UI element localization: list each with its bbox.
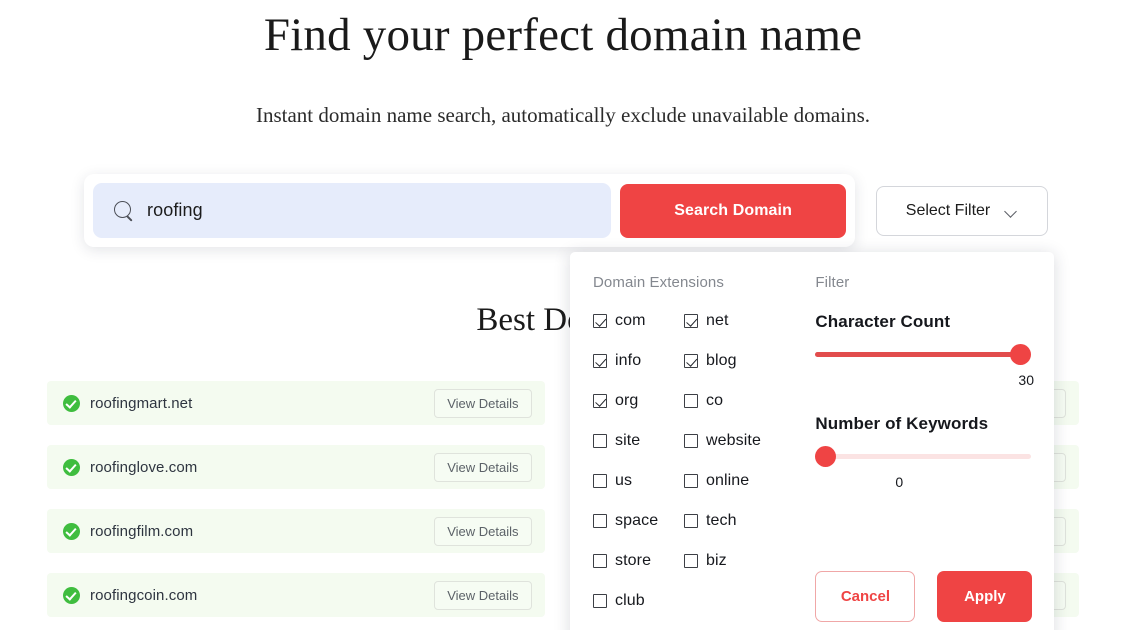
checkbox-checked-icon[interactable]: [593, 314, 607, 328]
extension-label: store: [615, 552, 652, 569]
domain-extensions-label: Domain Extensions: [593, 274, 724, 291]
extension-label: co: [706, 392, 724, 409]
character-count-value: 30: [1018, 372, 1034, 388]
hero-section: Find your perfect domain name Instant do…: [0, 0, 1126, 128]
checkbox-unchecked-icon[interactable]: [593, 474, 607, 488]
checkbox-unchecked-icon[interactable]: [593, 554, 607, 568]
checkbox-unchecked-icon[interactable]: [684, 434, 698, 448]
filter-column: Filter Character Count 30 Number of Keyw…: [806, 252, 1054, 630]
checkbox-unchecked-icon[interactable]: [593, 594, 607, 608]
extension-checkbox-club[interactable]: club: [593, 592, 684, 610]
view-details-button[interactable]: View Details: [434, 388, 532, 418]
checkbox-checked-icon[interactable]: [593, 354, 607, 368]
character-count-group: Character Count 30: [815, 312, 1034, 388]
search-icon: [113, 200, 135, 222]
result-row-left: roofingmart.net: [63, 394, 193, 412]
extension-checkbox-blog[interactable]: blog: [684, 352, 806, 370]
checkbox-unchecked-icon[interactable]: [593, 514, 607, 528]
checkbox-unchecked-icon[interactable]: [684, 394, 698, 408]
search-input-value: roofing: [147, 200, 203, 220]
extension-checkbox-biz[interactable]: biz: [684, 552, 806, 570]
apply-button[interactable]: Apply: [937, 571, 1033, 622]
checkbox-checked-icon[interactable]: [593, 394, 607, 408]
extension-label: net: [706, 312, 729, 329]
number-of-keywords-value: 0: [895, 474, 904, 490]
checkbox-checked-icon[interactable]: [684, 354, 698, 368]
page-title: Find your perfect domain name: [263, 9, 863, 61]
extension-label: biz: [706, 552, 727, 569]
extension-checkbox-tech[interactable]: tech: [684, 512, 806, 530]
checkbox-unchecked-icon[interactable]: [684, 514, 698, 528]
extension-label: info: [615, 352, 642, 369]
search-input[interactable]: roofing: [93, 183, 612, 238]
extension-label: space: [615, 512, 659, 529]
extension-checkbox-site[interactable]: site: [593, 432, 684, 450]
extension-checkbox-co[interactable]: co: [684, 392, 806, 410]
results-column-left: roofingmart.net View Details roofinglove.c…: [47, 381, 545, 617]
extension-checkbox-website[interactable]: website: [684, 432, 806, 450]
extension-checkbox-info[interactable]: info: [593, 352, 684, 370]
available-check-icon: [63, 394, 80, 412]
search-card: roofing Search Domain: [84, 174, 855, 247]
view-details-button[interactable]: View Details: [434, 452, 532, 482]
number-of-keywords-track: [815, 454, 1032, 459]
select-filter-button[interactable]: Select Filter: [876, 186, 1048, 236]
checkbox-checked-icon[interactable]: [684, 314, 698, 328]
result-row: roofingmart.net View Details: [47, 381, 545, 425]
extension-label: website: [706, 432, 761, 449]
number-of-keywords-slider[interactable]: [815, 446, 1034, 467]
domain-extensions-column: Domain Extensions com net info blog org co sit…: [570, 252, 806, 630]
extension-label: blog: [706, 352, 737, 369]
available-check-icon: [63, 458, 80, 476]
result-row: roofingcoin.com View Details: [47, 573, 545, 617]
domain-name: roofingfilm.com: [90, 522, 194, 540]
extension-checkbox-online[interactable]: online: [684, 472, 806, 490]
extension-label: com: [615, 312, 646, 329]
checkbox-unchecked-icon[interactable]: [684, 474, 698, 488]
number-of-keywords-title: Number of Keywords: [815, 414, 989, 433]
extension-label: org: [615, 392, 639, 409]
domain-name: roofingcoin.com: [90, 586, 198, 604]
result-row-left: roofingcoin.com: [63, 586, 198, 604]
select-filter-label: Select Filter: [905, 202, 991, 219]
available-check-icon: [63, 522, 80, 540]
extension-label: tech: [706, 512, 737, 529]
filter-label: Filter: [815, 274, 850, 291]
domain-extensions-grid: com net info blog org co site website us online sp…: [593, 312, 806, 610]
result-row: roofingfilm.com View Details: [47, 509, 545, 553]
page-subtitle: Instant domain name search, automaticall…: [255, 102, 871, 127]
checkbox-unchecked-icon[interactable]: [684, 554, 698, 568]
extension-checkbox-com[interactable]: com: [593, 312, 684, 330]
domain-name: roofingmart.net: [90, 394, 193, 412]
domain-name: roofinglove.com: [90, 458, 198, 476]
character-count-title: Character Count: [815, 312, 951, 331]
filter-dropdown-panel: Domain Extensions com net info blog org co sit…: [570, 252, 1054, 630]
extension-label: club: [615, 592, 645, 609]
character-count-thumb[interactable]: [1010, 344, 1032, 365]
panel-actions: Cancel Apply: [815, 571, 1033, 622]
cancel-button[interactable]: Cancel: [815, 571, 916, 622]
result-row: roofinglove.com View Details: [47, 445, 545, 489]
character-count-fill: [815, 352, 1021, 357]
search-domain-button[interactable]: Search Domain: [620, 183, 846, 238]
result-row-left: roofinglove.com: [63, 458, 198, 476]
extension-label: site: [615, 432, 641, 449]
available-check-icon: [63, 586, 80, 604]
character-count-slider[interactable]: [815, 344, 1034, 365]
result-row-left: roofingfilm.com: [63, 522, 194, 540]
extension-checkbox-net[interactable]: net: [684, 312, 806, 330]
view-details-button[interactable]: View Details: [434, 580, 532, 610]
extension-checkbox-org[interactable]: org: [593, 392, 684, 410]
checkbox-unchecked-icon[interactable]: [593, 434, 607, 448]
extension-label: online: [706, 472, 750, 489]
number-of-keywords-thumb[interactable]: [815, 446, 837, 467]
extension-checkbox-store[interactable]: store: [593, 552, 684, 570]
extension-checkbox-us[interactable]: us: [593, 472, 684, 490]
view-details-button[interactable]: View Details: [434, 516, 532, 546]
extension-checkbox-space[interactable]: space: [593, 512, 684, 530]
number-of-keywords-group: Number of Keywords 0: [815, 414, 1034, 490]
extension-label: us: [615, 472, 633, 489]
chevron-down-icon: [1005, 207, 1018, 215]
